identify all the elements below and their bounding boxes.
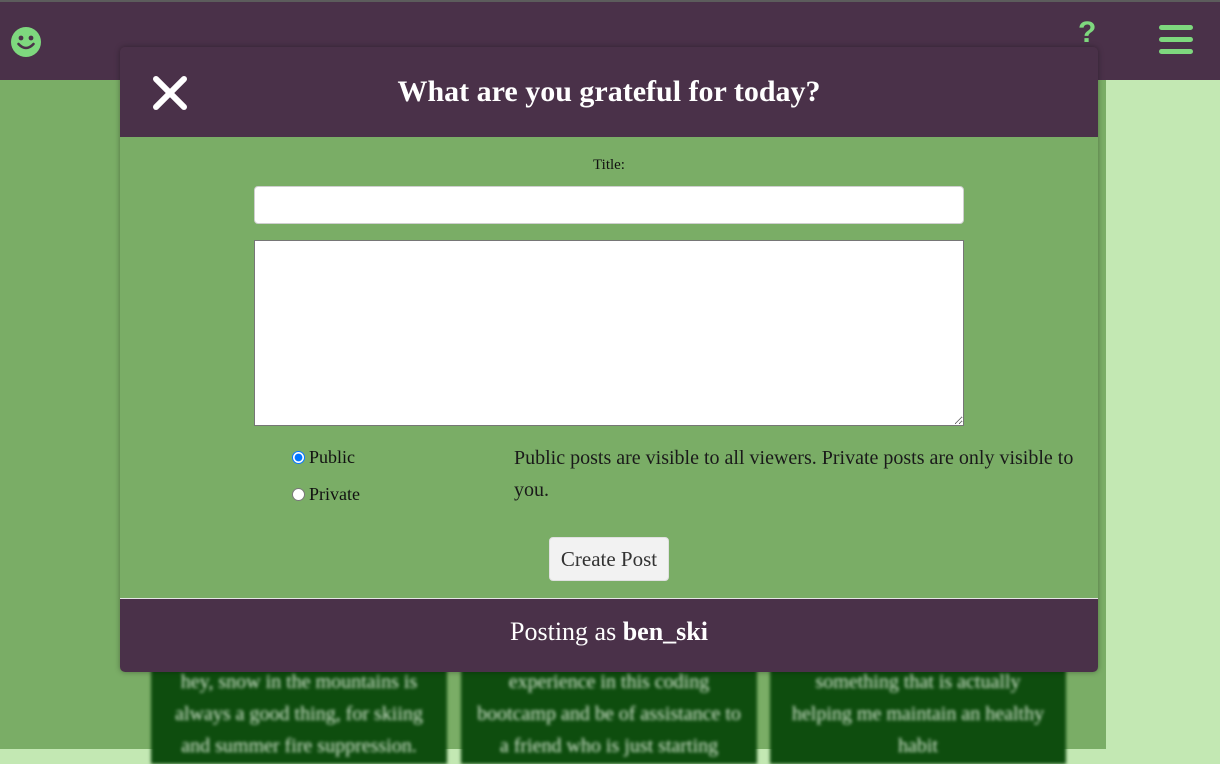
radio-public-row[interactable]: Public xyxy=(290,447,355,468)
visibility-note: Public posts are visible to all viewers.… xyxy=(514,447,1074,501)
username: ben_ski xyxy=(622,617,708,646)
public-radio[interactable] xyxy=(292,451,305,464)
post-card-text: something that is actually helping me ma… xyxy=(791,671,1045,757)
post-body-textarea[interactable] xyxy=(254,240,964,426)
private-radio[interactable] xyxy=(292,488,305,501)
help-icon[interactable]: ? xyxy=(1078,16,1096,50)
close-x-icon[interactable] xyxy=(150,73,190,113)
radio-private-row[interactable]: Private xyxy=(290,484,360,505)
modal-body: Title: Public Private Public posts are v… xyxy=(120,137,1098,598)
post-card: experience in this coding bootcamp and b… xyxy=(461,664,757,764)
modal-footer: Posting as ben_ski xyxy=(120,598,1098,672)
private-radio-label: Private xyxy=(309,484,360,504)
create-post-modal: What are you grateful for today? Title: … xyxy=(120,47,1098,672)
modal-title: What are you grateful for today? xyxy=(397,75,821,108)
title-label: Title: xyxy=(593,157,625,173)
modal-header: What are you grateful for today? xyxy=(120,47,1098,137)
post-card-text: hey, snow in the mountains is always a g… xyxy=(175,671,423,757)
post-card: something that is actually helping me ma… xyxy=(770,664,1066,764)
smiley-icon[interactable] xyxy=(10,26,42,58)
post-card: hey, snow in the mountains is always a g… xyxy=(151,664,447,764)
create-post-button[interactable]: Create Post xyxy=(549,537,669,581)
post-card-text: experience in this coding bootcamp and b… xyxy=(477,671,741,757)
posting-as-prefix: Posting as xyxy=(510,617,623,646)
hamburger-menu-icon[interactable] xyxy=(1159,25,1193,57)
title-input[interactable] xyxy=(254,186,964,224)
public-radio-label: Public xyxy=(309,447,356,467)
